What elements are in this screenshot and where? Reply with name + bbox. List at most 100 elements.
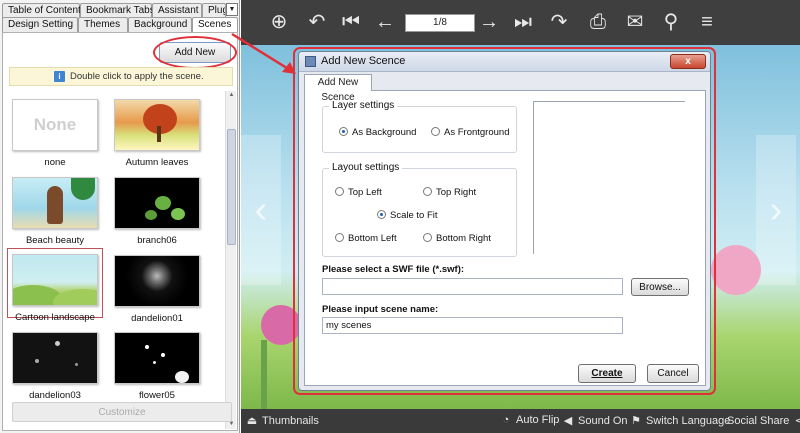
tab-bookmark-tabs[interactable]: Bookmark Tabs bbox=[80, 3, 155, 18]
scene-thumbnail-dandelion01 bbox=[114, 255, 200, 307]
scene-label: dandelion01 bbox=[131, 313, 183, 324]
app-icon bbox=[305, 56, 316, 67]
tab-row-top: Table of Contents Bookmark Tabs Assistan… bbox=[2, 3, 226, 18]
previous-page-arrow-icon[interactable]: ‹ bbox=[241, 135, 281, 285]
radio-button-icon bbox=[335, 187, 344, 196]
scene-item[interactable]: flower05 bbox=[109, 332, 205, 401]
forward-icon[interactable]: ↷ bbox=[547, 9, 571, 35]
switch-language-button[interactable]: ⚑ Switch Language bbox=[629, 414, 730, 427]
cancel-button[interactable]: Cancel bbox=[647, 364, 699, 383]
scene-settings-panel: Table of Contents Bookmark Tabs Assistan… bbox=[0, 0, 240, 433]
tab-table-of-contents[interactable]: Table of Contents bbox=[2, 3, 86, 18]
zoom-in-icon[interactable]: ⊕ bbox=[267, 9, 291, 35]
search-icon[interactable]: ⚲ bbox=[659, 9, 683, 35]
viewer-bottom-bar: ⏏ Thumbnails ◔ Auto Flip ◀ Sound On ⚑ Switch… bbox=[241, 409, 800, 433]
radio-scale-to-fit[interactable]: Scale to Fit bbox=[377, 210, 438, 221]
swf-file-label: Please select a SWF file (*.swf): bbox=[322, 264, 465, 275]
social-share-button[interactable]: Social Share ⋖ bbox=[727, 414, 800, 427]
radio-button-icon bbox=[339, 127, 348, 136]
hint-bar: i Double click to apply the scene. bbox=[9, 67, 233, 86]
scene-label: dandelion03 bbox=[29, 390, 81, 401]
scene-item[interactable]: dandelion01 bbox=[109, 255, 205, 324]
scene-item[interactable]: Cartoon landscape bbox=[7, 248, 103, 323]
radio-as-frontground[interactable]: As Frontground bbox=[431, 127, 509, 138]
scene-thumbnail-autumn-leaves bbox=[114, 99, 200, 151]
radio-as-background[interactable]: As Background bbox=[339, 127, 416, 138]
email-icon[interactable]: ✉ bbox=[623, 9, 647, 35]
viewer-toolbar: ⊕ ↶ ⏮ ← 1/8 → ⏭ ↷ ⎙ ✉ ⚲ ≡ bbox=[241, 0, 800, 45]
scenes-scrollbar[interactable]: ▲ ▼ bbox=[225, 91, 236, 429]
next-page-icon[interactable]: → bbox=[477, 9, 501, 35]
scene-item[interactable]: Autumn leaves bbox=[109, 99, 205, 168]
scene-item[interactable]: branch06 bbox=[109, 177, 205, 246]
create-button[interactable]: Create bbox=[578, 364, 636, 383]
dialog-body: Layer settings As Background As Frontgro… bbox=[304, 90, 706, 386]
thumbnails-icon: ⏏ bbox=[246, 415, 258, 427]
tab-add-new-scene[interactable]: Add New Scence bbox=[304, 74, 372, 103]
thumbnails-button[interactable]: ⏏ Thumbnails bbox=[245, 414, 319, 427]
dialog-title-bar[interactable]: Add New Scence x bbox=[299, 52, 710, 72]
scene-label: branch06 bbox=[137, 235, 177, 246]
browse-button[interactable]: Browse... bbox=[631, 278, 689, 296]
radio-bottom-right[interactable]: Bottom Right bbox=[423, 233, 491, 244]
swf-file-input[interactable] bbox=[322, 278, 623, 295]
auto-flip-button[interactable]: ◔ Auto Flip bbox=[499, 414, 560, 426]
info-icon: i bbox=[54, 71, 65, 82]
last-page-icon[interactable]: ⏭ bbox=[511, 9, 535, 35]
next-page-arrow-icon[interactable]: › bbox=[756, 135, 796, 285]
tab-scenes[interactable]: Scenes bbox=[192, 17, 238, 32]
scene-thumbnail-beach-beauty bbox=[12, 177, 98, 229]
scene-item[interactable]: dandelion03 bbox=[7, 332, 103, 401]
sound-button[interactable]: ◀ Sound On bbox=[561, 414, 628, 427]
tab-row-bottom: Design Setting Themes Background Scenes bbox=[2, 17, 238, 32]
radio-bottom-left[interactable]: Bottom Left bbox=[335, 233, 397, 244]
scene-thumbnail-none: None bbox=[12, 99, 98, 151]
hint-text: Double click to apply the scene. bbox=[70, 71, 204, 82]
scene-label: Beach beauty bbox=[25, 235, 85, 246]
radio-button-icon bbox=[377, 210, 386, 219]
scene-name-label: Please input scene name: bbox=[322, 304, 439, 315]
first-page-icon[interactable]: ⏮ bbox=[339, 9, 363, 35]
layer-settings-group: Layer settings As Background As Frontgro… bbox=[322, 100, 517, 153]
auto-flip-icon: ◔ bbox=[502, 414, 510, 426]
scenes-pane: Add New i Double click to apply the scen… bbox=[2, 32, 238, 431]
scene-label: none bbox=[44, 157, 66, 168]
scene-thumbnail-flower05 bbox=[114, 332, 200, 384]
scrollbar-thumb[interactable] bbox=[227, 129, 236, 245]
tab-plugin[interactable]: Plugin bbox=[202, 3, 226, 18]
tab-assistant[interactable]: Assistant bbox=[152, 3, 202, 18]
radio-button-icon bbox=[335, 233, 344, 242]
tab-background[interactable]: Background bbox=[128, 17, 192, 32]
page-number-box[interactable]: 1/8 bbox=[405, 14, 475, 32]
scene-thumbnail-cartoon-landscape bbox=[12, 254, 98, 306]
scene-thumbnail-dandelion03 bbox=[12, 332, 98, 384]
scroll-up-icon[interactable]: ▲ bbox=[227, 91, 236, 100]
print-icon[interactable]: ⎙ bbox=[586, 9, 610, 35]
speaker-icon: ◀ bbox=[563, 415, 573, 427]
scene-name-input[interactable] bbox=[322, 317, 623, 334]
close-icon[interactable]: x bbox=[670, 54, 706, 69]
language-icon: ⚑ bbox=[631, 415, 641, 427]
customize-button[interactable]: Customize bbox=[12, 402, 232, 422]
tab-design-setting[interactable]: Design Setting bbox=[2, 17, 78, 32]
scene-item[interactable]: None none bbox=[7, 99, 103, 168]
menu-icon[interactable]: ≡ bbox=[695, 9, 719, 35]
radio-top-right[interactable]: Top Right bbox=[423, 187, 476, 198]
scene-thumbnail-branch06 bbox=[114, 177, 200, 229]
radio-top-left[interactable]: Top Left bbox=[335, 187, 382, 198]
prev-page-icon[interactable]: ← bbox=[373, 9, 397, 35]
scene-label: Autumn leaves bbox=[125, 157, 189, 168]
more-tabs-dropdown-icon[interactable]: ▼ bbox=[226, 3, 238, 16]
layout-settings-title: Layout settings bbox=[329, 162, 403, 173]
scene-preview bbox=[533, 101, 685, 254]
scene-label: flower05 bbox=[139, 390, 175, 401]
radio-button-icon bbox=[431, 127, 440, 136]
back-icon[interactable]: ↶ bbox=[305, 9, 329, 35]
share-icon: ⋖ bbox=[794, 415, 800, 427]
add-new-button[interactable]: Add New bbox=[159, 42, 231, 63]
tab-themes[interactable]: Themes bbox=[78, 17, 128, 32]
radio-button-icon bbox=[423, 187, 432, 196]
dialog-title: Add New Scence bbox=[321, 55, 406, 67]
radio-button-icon bbox=[423, 233, 432, 242]
scene-item[interactable]: Beach beauty bbox=[7, 177, 103, 246]
